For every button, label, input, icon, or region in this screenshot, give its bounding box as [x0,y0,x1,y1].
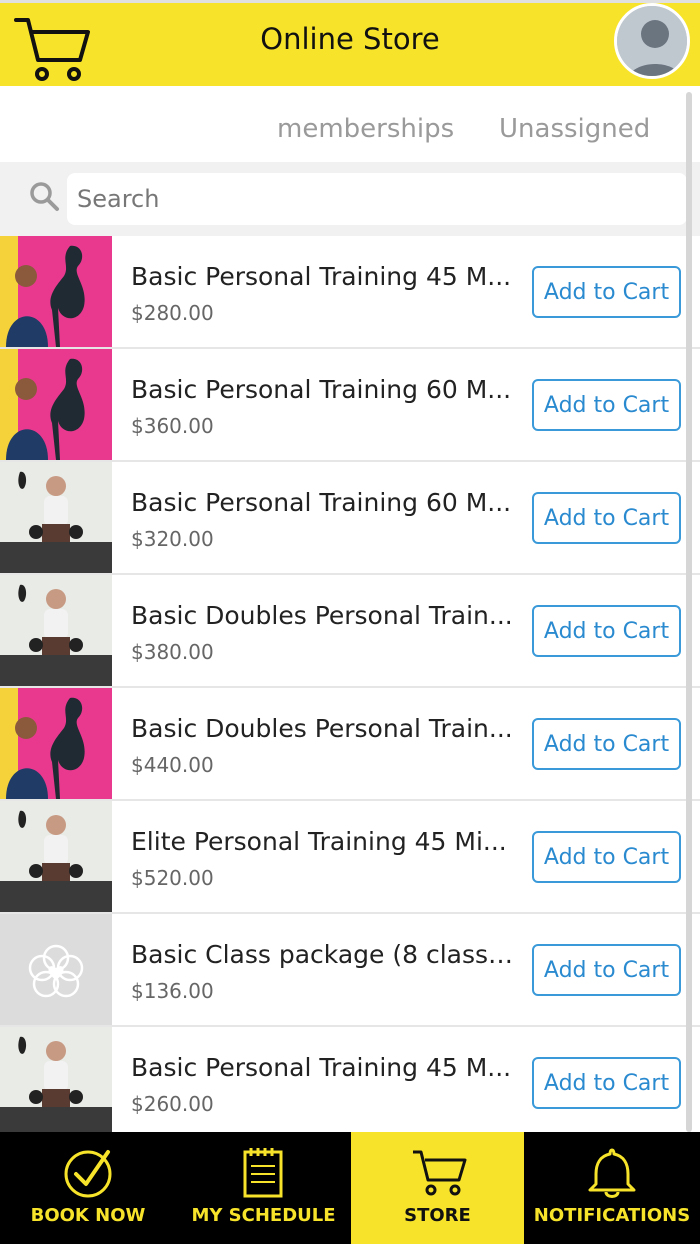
product-price: $520.00 [131,866,214,890]
tab-memberships[interactable]: memberships [277,114,454,144]
product-name: Basic Personal Training 45 M... [131,262,512,291]
product-list: Basic Personal Training 45 M... $280.00 … [0,236,700,1132]
add-to-cart-button[interactable]: Add to Cart [532,944,681,996]
category-tabs: memberships Unassigned [0,86,700,162]
add-to-cart-button[interactable]: Add to Cart [532,831,681,883]
product-image [0,801,112,912]
nav-label: NOTIFICATIONS [533,1205,691,1226]
search-icon [30,182,59,211]
product-price: $360.00 [131,414,214,438]
add-to-cart-button[interactable]: Add to Cart [532,492,681,544]
add-to-cart-button[interactable]: Add to Cart [532,1057,681,1109]
add-to-cart-button[interactable]: Add to Cart [532,266,681,318]
add-to-cart-button[interactable]: Add to Cart [532,379,681,431]
list-item: Elite Personal Training 45 Mi... $520.00… [0,801,700,914]
product-image [0,349,112,460]
scrollbar[interactable] [686,92,692,1132]
calendar-icon [243,1148,283,1198]
search-bar [0,162,700,236]
app-header: Online Store [0,0,700,86]
cart-icon [413,1150,467,1196]
nav-my-schedule[interactable]: MY SCHEDULE [176,1132,351,1244]
list-item: Basic Personal Training 45 M... $260.00 … [0,1027,700,1132]
product-name: Basic Personal Training 60 M... [131,488,512,517]
list-item: Basic Doubles Personal Train... $440.00 … [0,688,700,801]
product-image [0,462,112,573]
add-to-cart-button[interactable]: Add to Cart [532,718,681,770]
product-name: Basic Personal Training 45 M... [131,1053,512,1082]
nav-store[interactable]: STORE [351,1132,524,1244]
product-image [0,575,112,686]
product-price: $440.00 [131,753,214,777]
list-item: Basic Personal Training 60 M... $320.00 … [0,462,700,575]
avatar[interactable] [614,3,690,79]
check-circle-icon [64,1150,112,1198]
product-name: Basic Doubles Personal Train... [131,601,513,630]
nav-book-now[interactable]: BOOK NOW [0,1132,176,1244]
product-name: Basic Doubles Personal Train... [131,714,513,743]
bottom-nav: BOOK NOW MY SCHEDULE STORE NOTIFICATIONS [0,1132,700,1244]
product-price: $280.00 [131,301,214,325]
product-name: Elite Personal Training 45 Mi... [131,827,507,856]
nav-label: MY SCHEDULE [191,1205,336,1226]
user-silhouette-icon [617,6,687,76]
list-item: Basic Doubles Personal Train... $380.00 … [0,575,700,688]
product-image [0,1027,112,1132]
nav-notifications[interactable]: NOTIFICATIONS [524,1132,700,1244]
add-to-cart-button[interactable]: Add to Cart [532,605,681,657]
status-divider [0,0,700,3]
page-title: Online Store [260,22,440,56]
tab-unassigned[interactable]: Unassigned [499,114,650,144]
product-name: Basic Personal Training 60 M... [131,375,512,404]
list-item: Basic Personal Training 60 M... $360.00 … [0,349,700,462]
heart-logo-icon [0,914,112,1025]
product-price: $136.00 [131,979,214,1003]
product-image [0,688,112,799]
product-price: $260.00 [131,1092,214,1116]
product-name: Basic Class package (8 classe... [131,940,521,969]
list-item: Basic Personal Training 45 M... $280.00 … [0,236,700,349]
bell-icon [588,1148,636,1198]
search-input[interactable] [67,173,687,225]
nav-label: STORE [404,1205,471,1226]
list-item: Basic Class package (8 classe... $136.00… [0,914,700,1027]
product-image [0,914,112,1025]
product-price: $380.00 [131,640,214,664]
nav-label: BOOK NOW [30,1205,146,1226]
product-image [0,236,112,347]
product-price: $320.00 [131,527,214,551]
